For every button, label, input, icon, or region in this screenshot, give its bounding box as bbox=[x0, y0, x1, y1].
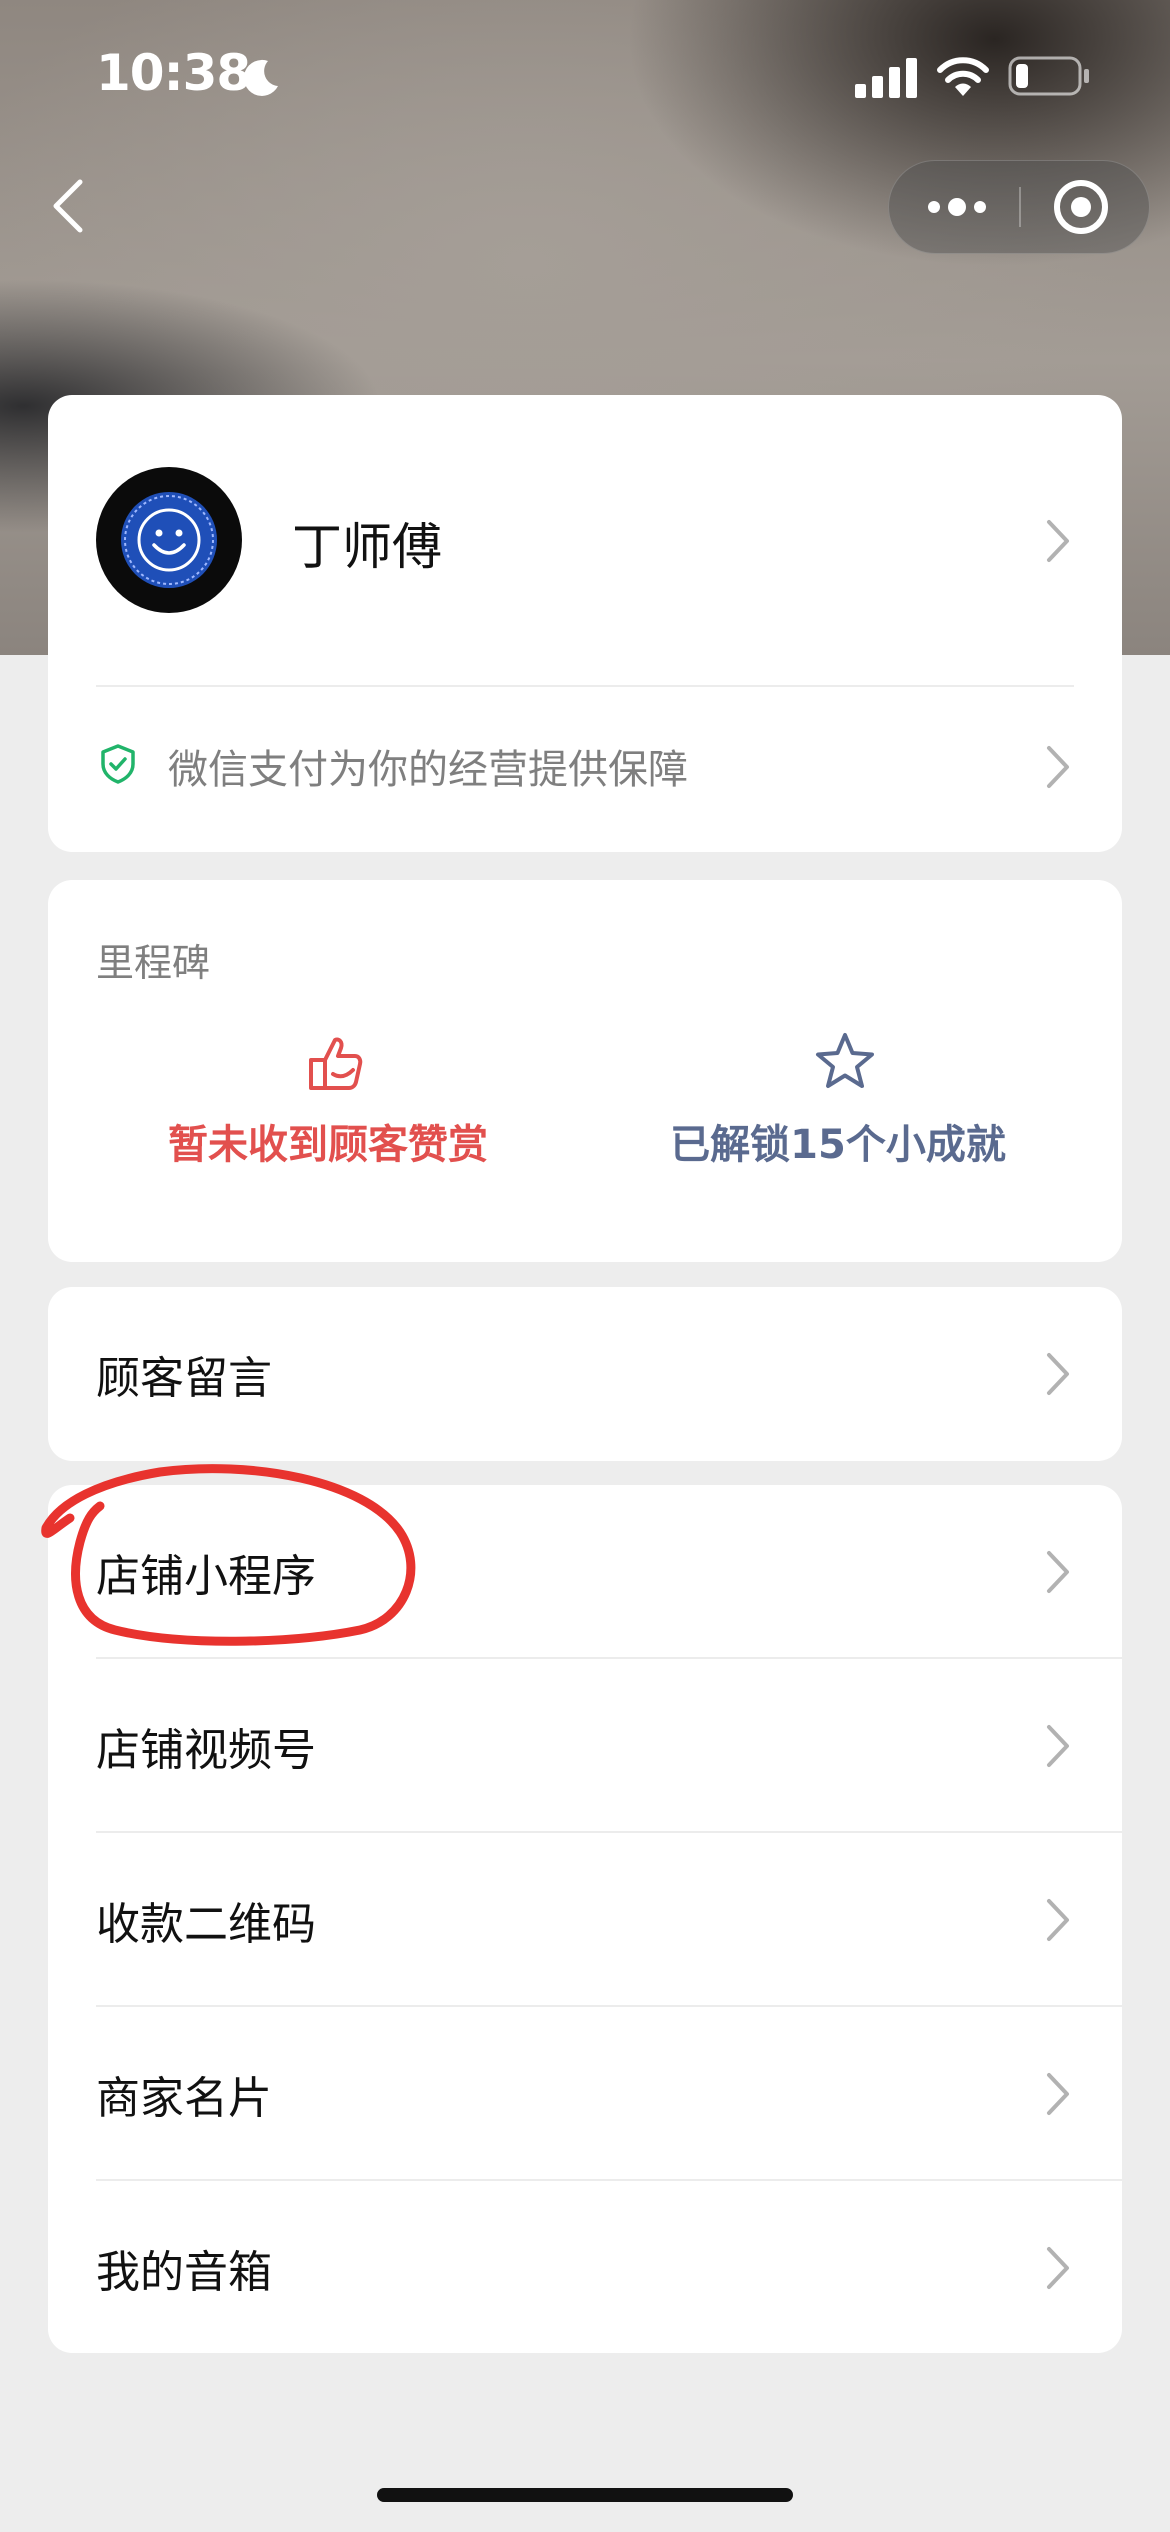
payment-guarantee-text: 微信支付为你的经营提供保障 bbox=[168, 747, 688, 793]
milestone-appreciation-label: 暂未收到顾客赞赏 bbox=[168, 1122, 488, 1168]
menu-item-label: 顾客留言 bbox=[96, 1353, 272, 1404]
home-indicator bbox=[377, 2488, 793, 2502]
star-icon bbox=[816, 1033, 874, 1088]
profile-name: 丁师傅 bbox=[292, 518, 442, 576]
profile-card: 丁师傅 微信支付为你的经营提供保障 bbox=[48, 395, 1122, 852]
chevron-right-icon bbox=[1047, 746, 1069, 788]
close-button[interactable] bbox=[1021, 161, 1149, 253]
profile-row[interactable]: 丁师傅 bbox=[48, 395, 1122, 685]
chevron-right-icon bbox=[1047, 2073, 1069, 2115]
signal-icon bbox=[855, 58, 917, 98]
milestone-title: 里程碑 bbox=[96, 941, 211, 985]
miniprogram-capsule bbox=[888, 160, 1150, 254]
milestone-achievements-label: 已解锁15个小成就 bbox=[670, 1122, 1006, 1168]
menu-item-business-card[interactable]: 商家名片 bbox=[48, 2007, 1122, 2181]
battery-icon bbox=[1008, 56, 1089, 96]
menu-item-payment-qrcode[interactable]: 收款二维码 bbox=[48, 1833, 1122, 2007]
menu-item-store-channels[interactable]: 店铺视频号 bbox=[48, 1659, 1122, 1833]
chevron-right-icon bbox=[1047, 1551, 1069, 1593]
thumbs-up-icon bbox=[309, 1037, 363, 1090]
menu-item-customer-messages[interactable]: 顾客留言 bbox=[48, 1287, 1122, 1461]
avatar bbox=[96, 467, 242, 613]
chevron-right-icon bbox=[1047, 2247, 1069, 2289]
menu-item-label: 店铺小程序 bbox=[96, 1551, 316, 1602]
more-icon bbox=[928, 198, 986, 216]
chevron-right-icon bbox=[1047, 1353, 1069, 1395]
menu-item-store-miniprogram[interactable]: 店铺小程序 bbox=[48, 1485, 1122, 1659]
menu-group-store: 店铺小程序 店铺视频号 收款二维码 商家名片 我的音箱 bbox=[48, 1485, 1122, 2353]
chevron-right-icon bbox=[1047, 1899, 1069, 1941]
chevron-right-icon bbox=[1047, 520, 1069, 562]
menu-item-label: 收款二维码 bbox=[96, 1899, 316, 1950]
menu-group-messages: 顾客留言 bbox=[48, 1287, 1122, 1461]
menu-item-label: 店铺视频号 bbox=[96, 1725, 316, 1776]
milestone-card: 里程碑 暂未收到顾客赞赏 已解锁15个小成就 bbox=[48, 880, 1122, 1262]
milestone-appreciation[interactable]: 暂未收到顾客赞赏 bbox=[68, 1030, 588, 1230]
chevron-left-icon bbox=[53, 179, 83, 233]
back-button[interactable] bbox=[40, 170, 100, 240]
menu-item-my-speaker[interactable]: 我的音箱 bbox=[48, 2181, 1122, 2355]
menu-item-label: 我的音箱 bbox=[96, 2247, 272, 2298]
wifi-icon bbox=[937, 57, 989, 96]
status-time: 10:38 bbox=[96, 44, 251, 102]
shield-check-icon bbox=[101, 744, 135, 784]
payment-guarantee-row[interactable]: 微信支付为你的经营提供保障 bbox=[48, 687, 1122, 847]
more-button[interactable] bbox=[889, 161, 1019, 253]
close-target-icon bbox=[1054, 180, 1108, 234]
moon-icon bbox=[243, 59, 278, 96]
chevron-right-icon bbox=[1047, 1725, 1069, 1767]
status-bar: 10:38 bbox=[0, 0, 1170, 150]
milestone-achievements[interactable]: 已解锁15个小成就 bbox=[578, 1030, 1098, 1230]
menu-item-label: 商家名片 bbox=[96, 2073, 272, 2124]
